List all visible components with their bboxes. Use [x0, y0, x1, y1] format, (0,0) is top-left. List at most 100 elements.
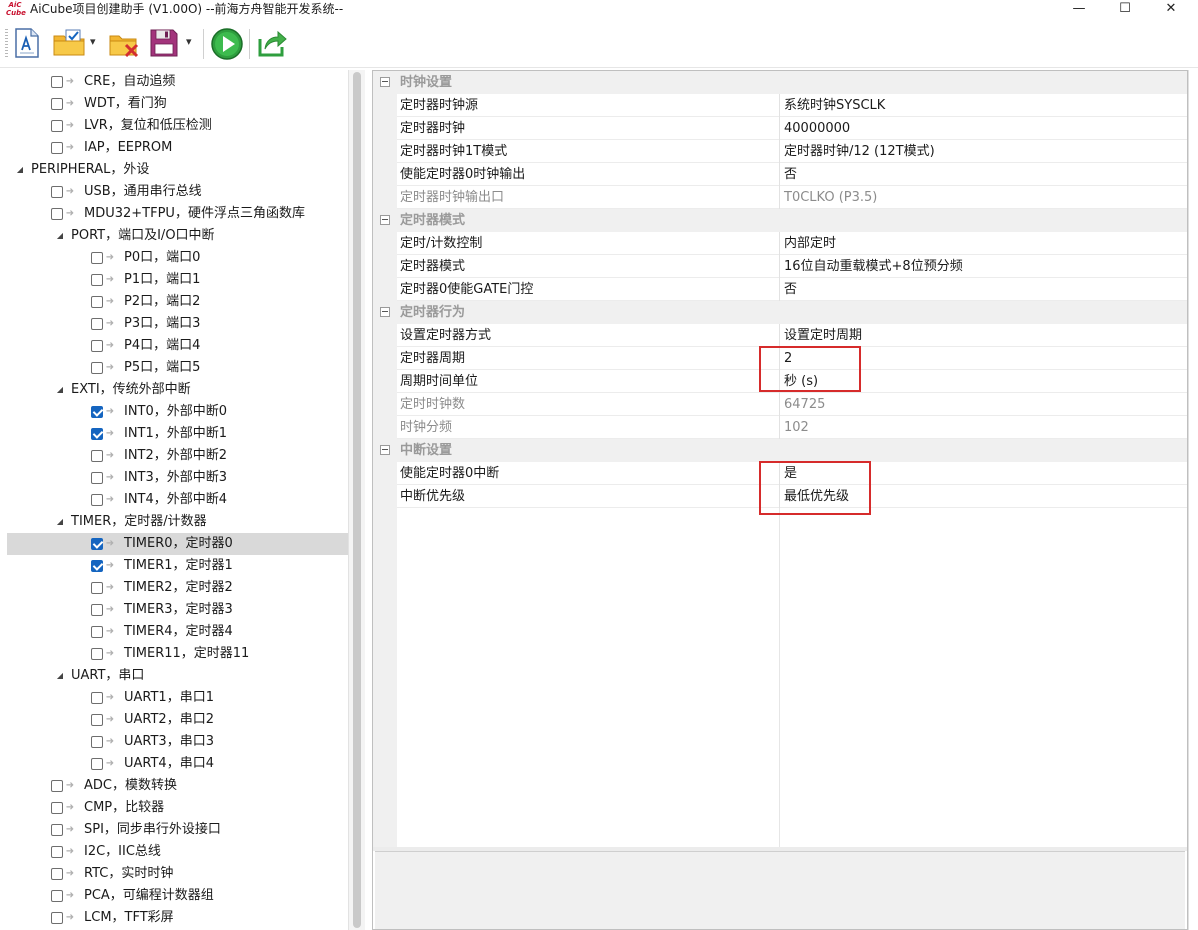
checkbox[interactable] — [91, 252, 103, 264]
checkbox[interactable] — [51, 868, 63, 880]
expand-collapse-icon[interactable]: ◢ — [55, 511, 65, 533]
property-row[interactable]: 时钟分频 102 — [373, 416, 1187, 439]
property-category-row[interactable]: 定时器行为 — [373, 301, 1187, 324]
tree-item-row[interactable]: ➜ INT4，外部中断4 — [7, 489, 348, 511]
tree-group-row[interactable]: ◢ PERIPHERAL，外设 — [7, 159, 348, 181]
tree-scrollbar[interactable] — [348, 70, 365, 930]
property-value[interactable]: 内部定时 — [784, 232, 1184, 255]
property-value[interactable]: 设置定时周期 — [784, 324, 1184, 347]
tree-item-row[interactable]: ➜ UART2，串口2 — [7, 709, 348, 731]
property-value[interactable]: 40000000 — [784, 117, 1184, 140]
export-button[interactable] — [256, 27, 290, 61]
checkbox[interactable] — [51, 912, 63, 924]
tree-item-row[interactable]: ➜ INT2，外部中断2 — [7, 445, 348, 467]
tree-item-row[interactable]: ➜ RTC，实时时钟 — [7, 863, 348, 885]
new-file-button[interactable] — [12, 27, 42, 61]
tree-item-row[interactable]: ➜ UART3，串口3 — [7, 731, 348, 753]
property-row[interactable]: 定时/计数控制 内部定时 — [373, 232, 1187, 255]
expand-collapse-icon[interactable]: ◢ — [15, 159, 25, 181]
checkbox[interactable] — [51, 208, 63, 220]
property-row[interactable]: 定时器时钟1T模式 定时器时钟/12 (12T模式) — [373, 140, 1187, 163]
tree-item-row[interactable]: ➜ TIMER4，定时器4 — [7, 621, 348, 643]
tree-item-row[interactable]: ➜ TIMER0，定时器0 — [7, 533, 348, 555]
checkbox[interactable] — [91, 604, 103, 616]
tree-item-row[interactable]: ➜ LVR，复位和低压检测 — [7, 115, 348, 137]
checkbox[interactable] — [51, 76, 63, 88]
property-category-row[interactable]: 定时器模式 — [373, 209, 1187, 232]
tree-item-row[interactable]: ➜ INT3，外部中断3 — [7, 467, 348, 489]
collapse-icon[interactable] — [380, 215, 390, 225]
property-value[interactable]: 否 — [784, 278, 1184, 301]
checkbox[interactable] — [91, 648, 103, 660]
expand-collapse-icon[interactable]: ◢ — [55, 379, 65, 401]
tree-item-row[interactable]: ➜ MDU32+TFPU，硬件浮点三角函数库 — [7, 203, 348, 225]
checkbox[interactable] — [51, 120, 63, 132]
toolbar-grip[interactable] — [5, 29, 8, 59]
checkbox[interactable] — [91, 362, 103, 374]
checkbox[interactable] — [51, 846, 63, 858]
run-button[interactable] — [210, 27, 244, 61]
checkbox[interactable] — [51, 186, 63, 198]
checkbox[interactable] — [91, 736, 103, 748]
checkbox[interactable] — [91, 692, 103, 704]
checkbox-checked[interactable] — [91, 428, 103, 440]
tree-item-row[interactable]: ➜ USB，通用串行总线 — [7, 181, 348, 203]
property-row[interactable]: 定时器时钟输出口 T0CLKO (P3.5) — [373, 186, 1187, 209]
checkbox[interactable] — [91, 472, 103, 484]
tree-item-row[interactable]: ➜ ADC，模数转换 — [7, 775, 348, 797]
checkbox[interactable] — [91, 318, 103, 330]
close-button[interactable]: ✕ — [1148, 0, 1194, 19]
tree-item-row[interactable]: ➜ TIMER1，定时器1 — [7, 555, 348, 577]
property-value[interactable]: 定时器时钟/12 (12T模式) — [784, 140, 1184, 163]
checkbox-checked[interactable] — [91, 406, 103, 418]
checkbox[interactable] — [91, 758, 103, 770]
property-value[interactable]: 否 — [784, 163, 1184, 186]
tree-group-row[interactable]: ◢ PORT，端口及I/O口中断 — [7, 225, 348, 247]
expand-collapse-icon[interactable]: ◢ — [55, 665, 65, 687]
tree-item-row[interactable]: ➜ WDT，看门狗 — [7, 93, 348, 115]
property-value[interactable]: 16位自动重载模式+8位预分频 — [784, 255, 1184, 278]
checkbox[interactable] — [91, 340, 103, 352]
peripheral-tree[interactable]: ➜ CRE，自动追频 ➜ WDT，看门狗 ➜ LVR，复位和低压检测 ➜ IAP，EEPROM… — [7, 70, 348, 930]
checkbox-checked[interactable] — [91, 538, 103, 550]
checkbox[interactable] — [91, 582, 103, 594]
property-category-row[interactable]: 中断设置 — [373, 439, 1187, 462]
checkbox[interactable] — [91, 274, 103, 286]
checkbox[interactable] — [51, 780, 63, 792]
checkbox[interactable] — [51, 802, 63, 814]
property-row[interactable]: 定时器0使能GATE门控 否 — [373, 278, 1187, 301]
tree-item-row[interactable]: ➜ INT0，外部中断0 — [7, 401, 348, 423]
tree-item-row[interactable]: ➜ TIMER2，定时器2 — [7, 577, 348, 599]
checkbox[interactable] — [91, 296, 103, 308]
tree-group-row[interactable]: ◢ EXTI，传统外部中断 — [7, 379, 348, 401]
property-row[interactable]: 设置定时器方式 设置定时周期 — [373, 324, 1187, 347]
open-dropdown-arrow[interactable]: ▾ — [90, 35, 96, 48]
property-row[interactable]: 定时器时钟 40000000 — [373, 117, 1187, 140]
tree-item-row[interactable]: ➜ P1口，端口1 — [7, 269, 348, 291]
expand-collapse-icon[interactable]: ◢ — [55, 225, 65, 247]
tree-item-row[interactable]: ➜ UART1，串口1 — [7, 687, 348, 709]
maximize-button[interactable]: ☐ — [1102, 0, 1148, 19]
save-dropdown-arrow[interactable]: ▾ — [186, 35, 192, 48]
tree-item-row[interactable]: ➜ UART4，串口4 — [7, 753, 348, 775]
tree-item-row[interactable]: ➜ P2口，端口2 — [7, 291, 348, 313]
tree-item-row[interactable]: ➜ CRE，自动追频 — [7, 71, 348, 93]
checkbox[interactable] — [91, 626, 103, 638]
checkbox[interactable] — [51, 824, 63, 836]
tree-item-row[interactable]: ➜ SPI，同步串行外设接口 — [7, 819, 348, 841]
checkbox-checked[interactable] — [91, 560, 103, 572]
property-category-row[interactable]: 时钟设置 — [373, 71, 1187, 94]
checkbox[interactable] — [51, 142, 63, 154]
property-value[interactable]: 系统时钟SYSCLK — [784, 94, 1184, 117]
tree-item-row[interactable]: ➜ LCM，TFT彩屏 — [7, 907, 348, 929]
close-project-button[interactable] — [108, 27, 140, 61]
tree-item-row[interactable]: ➜ P0口，端口0 — [7, 247, 348, 269]
collapse-icon[interactable] — [380, 307, 390, 317]
checkbox[interactable] — [51, 98, 63, 110]
tree-item-row[interactable]: ➜ P4口，端口4 — [7, 335, 348, 357]
minimize-button[interactable]: — — [1056, 0, 1102, 19]
save-button[interactable]: ▾ — [148, 27, 196, 61]
checkbox[interactable] — [91, 450, 103, 462]
tree-scrollbar-thumb[interactable] — [353, 72, 361, 928]
property-row[interactable]: 定时时钟数 64725 — [373, 393, 1187, 416]
